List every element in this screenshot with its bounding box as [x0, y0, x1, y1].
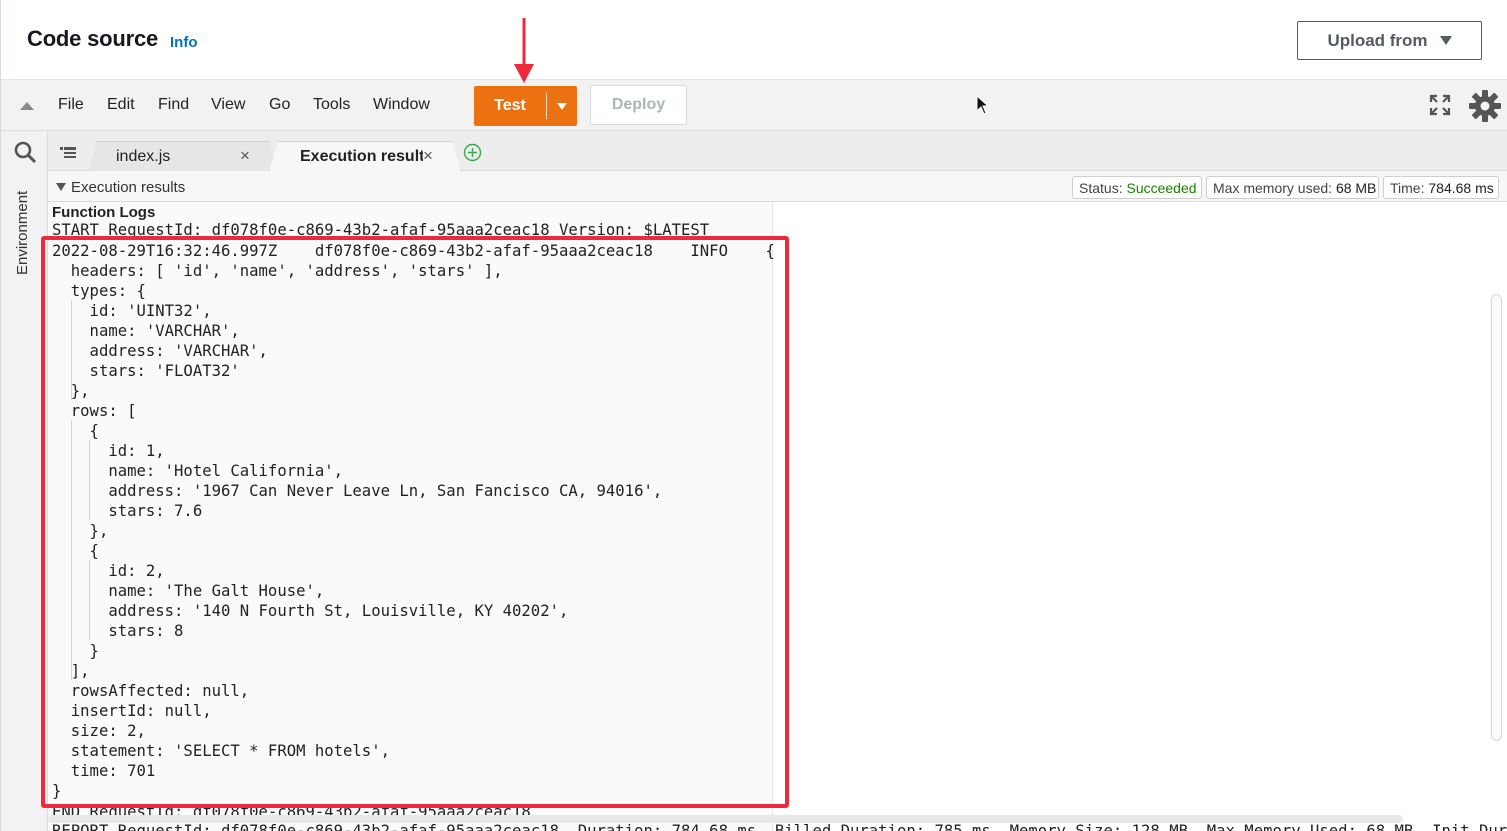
test-button[interactable]: Test: [474, 86, 577, 126]
menu-edit[interactable]: Edit: [107, 96, 135, 114]
tab-label: Execution results: [300, 148, 423, 165]
tab-label: index.js: [116, 148, 171, 165]
highlight-annotation-box: [41, 236, 789, 808]
vertical-scrollbar[interactable]: [1491, 294, 1502, 741]
menu-window[interactable]: Window: [373, 96, 430, 114]
upload-from-button[interactable]: Upload from: [1297, 21, 1482, 60]
function-logs-heading: Function Logs: [52, 204, 156, 221]
menu-tools[interactable]: Tools: [313, 96, 350, 114]
page-title: Code source: [27, 26, 159, 51]
caret-down-icon: [1439, 36, 1452, 45]
log-report-line: REPORT RequestId: df078f0e-c869-43b2-afa…: [52, 822, 1507, 831]
collapse-arrow-icon[interactable]: [20, 102, 34, 110]
execution-results-title[interactable]: Execution results: [71, 179, 185, 196]
horizontal-scrollbar[interactable]: [48, 815, 1403, 823]
caret-down-icon: [557, 102, 567, 110]
code-source-panel: Code source Info Upload from File Edit F…: [0, 0, 1507, 831]
gear-icon[interactable]: [1468, 89, 1502, 123]
deploy-button[interactable]: Deploy: [590, 85, 687, 125]
fullscreen-icon[interactable]: [1429, 94, 1451, 116]
info-link[interactable]: Info: [170, 34, 198, 51]
status-badge: Status: Succeeded: [1072, 176, 1202, 199]
menu-find[interactable]: Find: [158, 96, 189, 114]
close-icon[interactable]: ×: [423, 146, 433, 166]
status-value: Succeeded: [1126, 180, 1197, 196]
time-value: 784.68 ms: [1428, 180, 1494, 196]
search-icon[interactable]: [13, 140, 37, 164]
menu-go[interactable]: Go: [269, 96, 290, 114]
close-icon[interactable]: ×: [240, 146, 250, 166]
test-button-label: Test: [494, 97, 526, 114]
red-arrow-annotation-icon: [514, 18, 534, 83]
mouse-cursor-icon: [976, 95, 990, 115]
menu-file[interactable]: File: [58, 96, 84, 114]
tab-execution-results[interactable]: Execution results ×: [269, 141, 461, 171]
environment-toggle[interactable]: Environment: [14, 191, 31, 275]
memory-value: 68 MB: [1335, 180, 1377, 196]
add-tab-icon[interactable]: [463, 143, 482, 162]
tab-list-icon[interactable]: [59, 145, 77, 161]
expand-triangle-icon[interactable]: [56, 183, 66, 191]
menu-view[interactable]: View: [211, 96, 245, 114]
memory-badge: Max memory used: 68 MB: [1206, 176, 1379, 199]
test-dropdown-toggle[interactable]: [547, 102, 577, 110]
panel-header: Code source Info Upload from: [1, 0, 1507, 80]
upload-from-label: Upload from: [1327, 30, 1428, 50]
tab-index-js[interactable]: index.js ×: [89, 141, 277, 171]
time-badge: Time: 784.68 ms: [1383, 176, 1499, 199]
